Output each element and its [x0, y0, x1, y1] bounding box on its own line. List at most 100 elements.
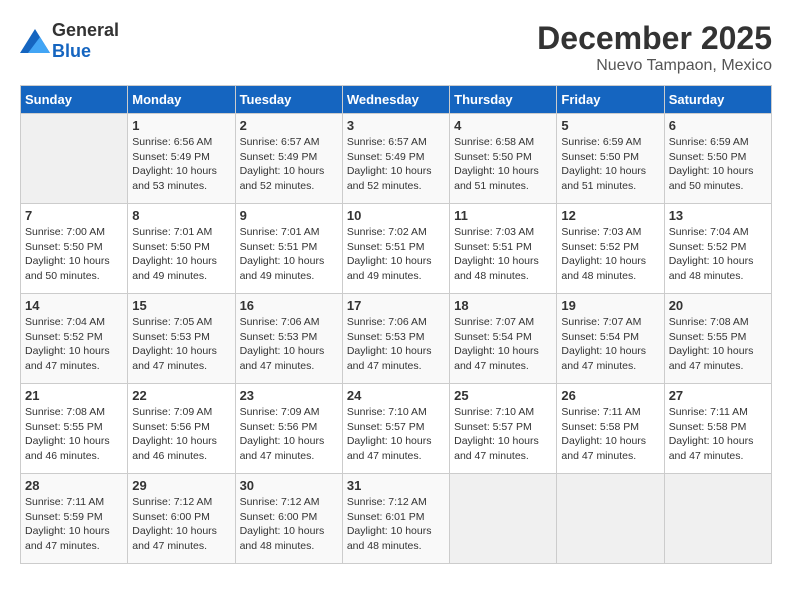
day-info: Sunrise: 7:12 AM Sunset: 6:00 PM Dayligh… [132, 495, 230, 554]
calendar-cell: 11 Sunrise: 7:03 AM Sunset: 5:51 PM Dayli… [450, 204, 557, 294]
calendar-cell: 25 Sunrise: 7:10 AM Sunset: 5:57 PM Dayli… [450, 384, 557, 474]
calendar-table: SundayMondayTuesdayWednesdayThursdayFrid… [20, 85, 772, 564]
day-number: 7 [25, 208, 123, 223]
day-number: 27 [669, 388, 767, 403]
calendar-title: December 2025 [537, 20, 772, 57]
day-info: Sunrise: 7:11 AM Sunset: 5:58 PM Dayligh… [561, 405, 659, 464]
header-monday: Monday [128, 86, 235, 114]
calendar-cell: 13 Sunrise: 7:04 AM Sunset: 5:52 PM Dayli… [664, 204, 771, 294]
page-header: General Blue December 2025 Nuevo Tampaon… [20, 20, 772, 75]
day-info: Sunrise: 6:59 AM Sunset: 5:50 PM Dayligh… [669, 135, 767, 194]
calendar-cell: 4 Sunrise: 6:58 AM Sunset: 5:50 PM Daylig… [450, 114, 557, 204]
calendar-body: 1 Sunrise: 6:56 AM Sunset: 5:49 PM Daylig… [21, 114, 772, 564]
day-number: 30 [240, 478, 338, 493]
header-saturday: Saturday [664, 86, 771, 114]
day-info: Sunrise: 7:08 AM Sunset: 5:55 PM Dayligh… [25, 405, 123, 464]
day-number: 5 [561, 118, 659, 133]
day-number: 25 [454, 388, 552, 403]
day-info: Sunrise: 7:11 AM Sunset: 5:58 PM Dayligh… [669, 405, 767, 464]
day-number: 26 [561, 388, 659, 403]
day-number: 31 [347, 478, 445, 493]
logo-general: General [52, 20, 119, 40]
day-number: 23 [240, 388, 338, 403]
day-info: Sunrise: 7:06 AM Sunset: 5:53 PM Dayligh… [240, 315, 338, 374]
day-info: Sunrise: 7:07 AM Sunset: 5:54 PM Dayligh… [454, 315, 552, 374]
header-wednesday: Wednesday [342, 86, 449, 114]
day-info: Sunrise: 7:12 AM Sunset: 6:01 PM Dayligh… [347, 495, 445, 554]
week-row-4: 28Sunrise: 7:11 AM Sunset: 5:59 PM Dayli… [21, 474, 772, 564]
calendar-cell: 8 Sunrise: 7:01 AM Sunset: 5:50 PM Daylig… [128, 204, 235, 294]
calendar-cell: 12 Sunrise: 7:03 AM Sunset: 5:52 PM Dayli… [557, 204, 664, 294]
day-number: 17 [347, 298, 445, 313]
day-info: Sunrise: 7:04 AM Sunset: 5:52 PM Dayligh… [25, 315, 123, 374]
calendar-cell: 10Sunrise: 7:02 AM Sunset: 5:51 PM Dayli… [342, 204, 449, 294]
week-row-0: 1 Sunrise: 6:56 AM Sunset: 5:49 PM Daylig… [21, 114, 772, 204]
day-number: 16 [240, 298, 338, 313]
day-info: Sunrise: 7:03 AM Sunset: 5:52 PM Dayligh… [561, 225, 659, 284]
calendar-cell [450, 474, 557, 564]
calendar-cell: 21 Sunrise: 7:08 AM Sunset: 5:55 PM Dayli… [21, 384, 128, 474]
day-info: Sunrise: 6:59 AM Sunset: 5:50 PM Dayligh… [561, 135, 659, 194]
day-info: Sunrise: 7:09 AM Sunset: 5:56 PM Dayligh… [240, 405, 338, 464]
calendar-cell: 16 Sunrise: 7:06 AM Sunset: 5:53 PM Dayli… [235, 294, 342, 384]
calendar-cell: 3Sunrise: 6:57 AM Sunset: 5:49 PM Daylig… [342, 114, 449, 204]
calendar-cell [557, 474, 664, 564]
calendar-subtitle: Nuevo Tampaon, Mexico [537, 57, 772, 75]
day-info: Sunrise: 7:04 AM Sunset: 5:52 PM Dayligh… [669, 225, 767, 284]
logo-blue: Blue [52, 41, 91, 61]
day-number: 29 [132, 478, 230, 493]
day-number: 11 [454, 208, 552, 223]
day-number: 12 [561, 208, 659, 223]
calendar-cell: 6Sunrise: 6:59 AM Sunset: 5:50 PM Daylig… [664, 114, 771, 204]
day-info: Sunrise: 7:07 AM Sunset: 5:54 PM Dayligh… [561, 315, 659, 374]
day-number: 18 [454, 298, 552, 313]
week-row-3: 21 Sunrise: 7:08 AM Sunset: 5:55 PM Dayli… [21, 384, 772, 474]
day-info: Sunrise: 6:57 AM Sunset: 5:49 PM Dayligh… [240, 135, 338, 194]
calendar-cell: 28Sunrise: 7:11 AM Sunset: 5:59 PM Dayli… [21, 474, 128, 564]
day-number: 13 [669, 208, 767, 223]
day-info: Sunrise: 7:12 AM Sunset: 6:00 PM Dayligh… [240, 495, 338, 554]
calendar-cell: 14Sunrise: 7:04 AM Sunset: 5:52 PM Dayli… [21, 294, 128, 384]
logo: General Blue [20, 20, 119, 62]
day-number: 19 [561, 298, 659, 313]
calendar-cell: 1 Sunrise: 6:56 AM Sunset: 5:49 PM Daylig… [128, 114, 235, 204]
day-number: 22 [132, 388, 230, 403]
day-number: 21 [25, 388, 123, 403]
calendar-cell: 17Sunrise: 7:06 AM Sunset: 5:53 PM Dayli… [342, 294, 449, 384]
day-info: Sunrise: 7:03 AM Sunset: 5:51 PM Dayligh… [454, 225, 552, 284]
day-info: Sunrise: 7:00 AM Sunset: 5:50 PM Dayligh… [25, 225, 123, 284]
header-tuesday: Tuesday [235, 86, 342, 114]
day-info: Sunrise: 7:10 AM Sunset: 5:57 PM Dayligh… [454, 405, 552, 464]
calendar-cell: 7 Sunrise: 7:00 AM Sunset: 5:50 PM Daylig… [21, 204, 128, 294]
day-number: 24 [347, 388, 445, 403]
calendar-cell: 22Sunrise: 7:09 AM Sunset: 5:56 PM Dayli… [128, 384, 235, 474]
calendar-cell: 23 Sunrise: 7:09 AM Sunset: 5:56 PM Dayli… [235, 384, 342, 474]
header-row: SundayMondayTuesdayWednesdayThursdayFrid… [21, 86, 772, 114]
calendar-cell [664, 474, 771, 564]
calendar-cell: 19 Sunrise: 7:07 AM Sunset: 5:54 PM Dayli… [557, 294, 664, 384]
calendar-cell: 9Sunrise: 7:01 AM Sunset: 5:51 PM Daylig… [235, 204, 342, 294]
header-sunday: Sunday [21, 86, 128, 114]
day-info: Sunrise: 6:58 AM Sunset: 5:50 PM Dayligh… [454, 135, 552, 194]
day-info: Sunrise: 7:08 AM Sunset: 5:55 PM Dayligh… [669, 315, 767, 374]
day-number: 8 [132, 208, 230, 223]
day-info: Sunrise: 7:02 AM Sunset: 5:51 PM Dayligh… [347, 225, 445, 284]
calendar-cell: 24Sunrise: 7:10 AM Sunset: 5:57 PM Dayli… [342, 384, 449, 474]
calendar-cell [21, 114, 128, 204]
day-number: 4 [454, 118, 552, 133]
calendar-cell: 29 Sunrise: 7:12 AM Sunset: 6:00 PM Dayli… [128, 474, 235, 564]
calendar-cell: 20 Sunrise: 7:08 AM Sunset: 5:55 PM Dayli… [664, 294, 771, 384]
calendar-cell: 18 Sunrise: 7:07 AM Sunset: 5:54 PM Dayli… [450, 294, 557, 384]
day-number: 2 [240, 118, 338, 133]
day-info: Sunrise: 7:01 AM Sunset: 5:51 PM Dayligh… [240, 225, 338, 284]
day-number: 20 [669, 298, 767, 313]
day-number: 15 [132, 298, 230, 313]
day-info: Sunrise: 7:11 AM Sunset: 5:59 PM Dayligh… [25, 495, 123, 554]
calendar-cell: 15Sunrise: 7:05 AM Sunset: 5:53 PM Dayli… [128, 294, 235, 384]
day-number: 1 [132, 118, 230, 133]
day-info: Sunrise: 6:56 AM Sunset: 5:49 PM Dayligh… [132, 135, 230, 194]
calendar-cell: 30 Sunrise: 7:12 AM Sunset: 6:00 PM Dayli… [235, 474, 342, 564]
header-thursday: Thursday [450, 86, 557, 114]
calendar-header: SundayMondayTuesdayWednesdayThursdayFrid… [21, 86, 772, 114]
day-info: Sunrise: 7:01 AM Sunset: 5:50 PM Dayligh… [132, 225, 230, 284]
